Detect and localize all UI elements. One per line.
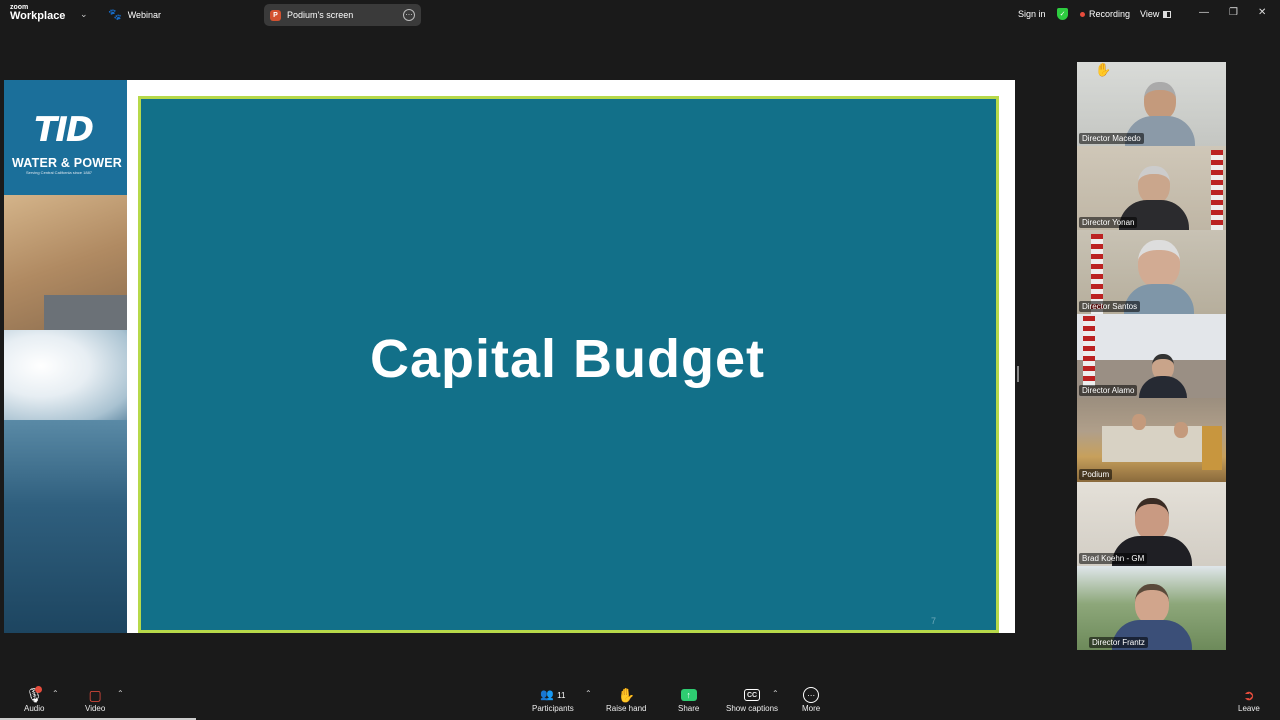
org-name: WATER & POWER: [12, 156, 123, 170]
top-bar: zoom Workplace ⌄ 🐾 Webinar P Podium's sc…: [0, 0, 1280, 30]
paw-icon: 🐾: [108, 9, 122, 21]
tid-logo: TID: [34, 110, 94, 150]
leave-icon: ➲: [1243, 687, 1255, 703]
show-captions-button[interactable]: CC Show captions: [726, 687, 778, 713]
water-spray-image: [4, 330, 127, 420]
view-layout-icon: [1163, 10, 1172, 18]
recording-label: Recording: [1089, 9, 1131, 19]
water-image: [4, 420, 127, 633]
participant-name: Director Frantz: [1089, 637, 1148, 648]
hand-cursor-icon: ✋: [1095, 62, 1112, 77]
video-gallery: Director Macedo Director Yonan Director …: [1077, 62, 1226, 650]
shared-screen-label: Podium's screen: [287, 10, 354, 20]
participant-video: [1132, 414, 1146, 430]
recording-indicator[interactable]: Recording: [1080, 9, 1130, 19]
slide-title: Capital Budget: [141, 99, 996, 630]
shield-check-icon[interactable]: ✓: [1057, 8, 1068, 20]
flag-image: [1211, 150, 1223, 230]
share-arrow-icon: ↑: [680, 689, 697, 701]
leave-button[interactable]: ➲ Leave: [1238, 687, 1260, 713]
participant-name: Director Macedo: [1079, 133, 1144, 144]
participants-count: 11: [557, 691, 566, 700]
restore-icon[interactable]: ❐: [1229, 7, 1238, 18]
participant-name: Director Yonan: [1079, 217, 1138, 228]
powerpoint-icon: P: [270, 9, 281, 21]
participants-button[interactable]: 👥 11 Participants: [532, 687, 574, 713]
webinar-label: Webinar: [127, 9, 162, 20]
captions-icon: CC: [744, 689, 761, 701]
slide-side-banner: TID WATER & POWER Serving Central Califo…: [4, 80, 127, 633]
resize-handle[interactable]: [1017, 366, 1019, 382]
share-label: Share: [678, 704, 700, 713]
sign-in-link[interactable]: Sign in: [1018, 9, 1046, 19]
shared-screen-pill[interactable]: P Podium's screen ⋯: [264, 4, 421, 26]
participants-icon: 👥 11: [540, 689, 566, 701]
raise-hand-icon: ✋: [617, 687, 635, 703]
more-options-icon[interactable]: ⋯: [403, 9, 415, 21]
view-button[interactable]: View: [1140, 9, 1172, 19]
show-captions-label: Show captions: [726, 704, 779, 713]
mic-alert-badge: [35, 686, 42, 693]
video-label: Video: [85, 704, 106, 713]
org-tagline: Serving Central California since 1887: [26, 170, 93, 175]
video-tile[interactable]: Brad Koehn - GM: [1077, 482, 1226, 566]
video-tile-active-speaker[interactable]: Podium: [1077, 398, 1226, 482]
more-button[interactable]: ⋯ More: [802, 687, 820, 713]
video-options-chevron-icon[interactable]: ⌃: [117, 689, 124, 698]
audio-options-chevron-icon[interactable]: ⌃: [52, 689, 59, 698]
leave-label: Leave: [1238, 704, 1260, 713]
webinar-menu[interactable]: 🐾 Webinar: [108, 8, 161, 21]
meeting-toolbar: 🎙 Audio ⌃ ▢ Video ⌃ 👥 11 Participants ⌃ …: [0, 681, 1280, 720]
participants-label: Participants: [532, 704, 574, 713]
shared-screen: TID WATER & POWER Serving Central Califo…: [4, 80, 1015, 633]
flag-image: [1083, 316, 1095, 386]
share-button[interactable]: ↑ Share: [678, 687, 699, 713]
video-tile[interactable]: Director Alamo: [1077, 314, 1226, 398]
raise-hand-label: Raise hand: [606, 704, 647, 713]
video-button[interactable]: ▢ Video: [85, 687, 105, 713]
audio-label: Audio: [24, 704, 45, 713]
minimize-icon[interactable]: —: [1199, 7, 1209, 18]
view-label: View: [1140, 9, 1160, 19]
participant-name: Director Santos: [1079, 301, 1141, 312]
participant-video: [1139, 354, 1188, 398]
participant-video: [1174, 422, 1188, 438]
video-tile[interactable]: Director Frantz: [1077, 566, 1226, 650]
lectern: [1202, 426, 1222, 470]
brand-bottom: Workplace: [10, 10, 66, 22]
participant-name: Brad Koehn - GM: [1079, 553, 1148, 564]
participant-name: Podium: [1079, 469, 1113, 480]
close-icon[interactable]: ✕: [1258, 7, 1266, 18]
slide-title-text: Capital Budget: [369, 328, 765, 389]
chevron-down-icon[interactable]: ⌄: [80, 9, 88, 20]
participant-name: Director Alamo: [1079, 385, 1138, 396]
zoom-workplace-logo[interactable]: zoom Workplace: [10, 4, 65, 22]
more-icon: ⋯: [803, 687, 820, 703]
video-tile[interactable]: Director Santos: [1077, 230, 1226, 314]
raise-hand-button[interactable]: ✋ Raise hand: [606, 687, 646, 713]
captions-options-chevron-icon[interactable]: ⌃: [772, 689, 779, 698]
more-label: More: [802, 704, 821, 713]
slide-page-number: 7: [930, 616, 936, 626]
video-off-icon: ▢: [88, 687, 102, 703]
slide-content: Capital Budget 7: [138, 96, 999, 633]
video-tile[interactable]: Director Yonan: [1077, 146, 1226, 230]
record-dot-icon: [1080, 11, 1085, 17]
participants-options-chevron-icon[interactable]: ⌃: [585, 689, 592, 698]
